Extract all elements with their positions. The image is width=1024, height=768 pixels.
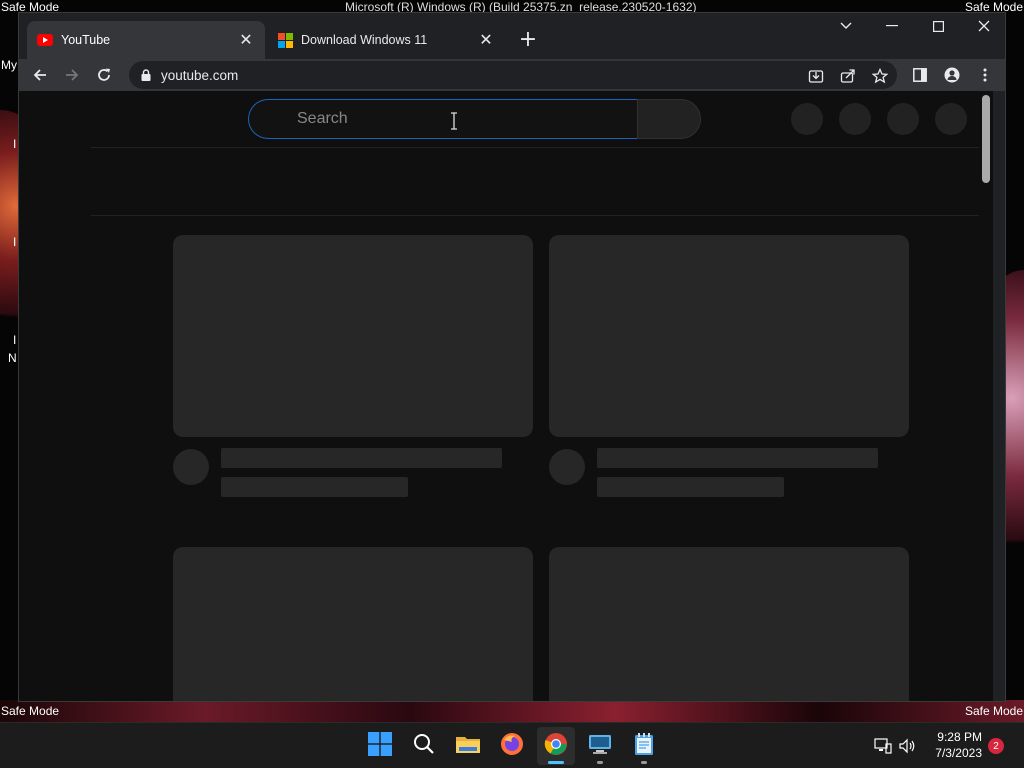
lock-icon[interactable] <box>141 69 151 81</box>
chrome-window: YouTube ✕ Download Windows 11 ✕ + youtub… <box>18 12 1006 702</box>
video-thumbnail-placeholder[interactable] <box>173 235 533 437</box>
clock-date: 7/3/2023 <box>935 746 982 760</box>
windows-start-icon <box>368 732 392 760</box>
start-button[interactable] <box>361 727 399 765</box>
header-divider <box>91 147 991 148</box>
notepad-icon <box>634 732 654 760</box>
more-menu-icon[interactable] <box>972 62 998 88</box>
youtube-page <box>19 91 993 701</box>
file-explorer-icon <box>455 733 481 759</box>
tab-youtube[interactable]: YouTube ✕ <box>27 21 265 59</box>
browser-toolbar: youtube.com <box>19 59 1005 91</box>
video-meta-placeholder <box>597 477 784 497</box>
video-title-placeholder <box>221 448 502 468</box>
chrome-button[interactable] <box>537 727 575 765</box>
video-thumbnail-placeholder[interactable] <box>549 235 909 437</box>
firefox-icon <box>500 732 524 760</box>
taskbar-search-button[interactable] <box>405 727 443 765</box>
video-thumbnail-placeholder[interactable] <box>549 547 909 701</box>
remote-desktop-icon <box>588 733 612 759</box>
text-cursor-icon <box>450 112 458 130</box>
close-tab-icon[interactable]: ✕ <box>477 31 495 49</box>
new-tab-button[interactable]: + <box>516 27 540 52</box>
share-icon[interactable] <box>837 65 859 87</box>
desktop-icon-label[interactable]: N <box>8 351 17 365</box>
desktop-icon-label[interactable]: I <box>13 235 16 249</box>
desktop-icon-label[interactable]: I <box>13 333 16 347</box>
reload-button[interactable] <box>91 62 117 88</box>
tab-download-windows[interactable]: Download Windows 11 ✕ <box>267 21 505 59</box>
desktop-icon-label[interactable]: I <box>13 137 16 151</box>
tab-search-icon[interactable] <box>823 13 869 39</box>
search-icon <box>413 733 435 759</box>
tab-strip: YouTube ✕ Download Windows 11 ✕ + <box>19 13 1005 59</box>
running-indicator <box>641 761 647 764</box>
side-panel-icon[interactable] <box>907 62 933 88</box>
remote-desktop-button[interactable] <box>581 727 619 765</box>
video-thumbnail-placeholder[interactable] <box>173 547 533 701</box>
header-button-placeholder[interactable] <box>887 103 919 135</box>
scrollbar-thumb[interactable] <box>982 95 990 183</box>
header-button-placeholder[interactable] <box>791 103 823 135</box>
youtube-icon <box>37 32 53 48</box>
notification-badge[interactable]: 2 <box>988 738 1004 754</box>
bookmark-star-icon[interactable] <box>869 65 891 87</box>
safe-mode-label: Safe Mode <box>1 704 60 718</box>
chips-divider <box>91 215 989 216</box>
maximize-button[interactable] <box>915 13 961 39</box>
channel-avatar-placeholder <box>173 449 209 485</box>
profile-icon[interactable] <box>939 62 965 88</box>
close-tab-icon[interactable]: ✕ <box>237 31 255 49</box>
windows-icon <box>277 32 293 48</box>
firefox-button[interactable] <box>493 727 531 765</box>
page-scrollbar[interactable] <box>979 91 993 701</box>
notepad-button[interactable] <box>625 727 663 765</box>
tab-title: YouTube <box>61 33 111 47</box>
running-indicator <box>548 761 564 764</box>
search-button[interactable] <box>637 99 701 139</box>
volume-icon[interactable] <box>897 736 917 756</box>
chrome-icon <box>544 732 568 760</box>
running-indicator <box>597 761 603 764</box>
address-bar[interactable]: youtube.com <box>129 61 897 89</box>
avatar[interactable] <box>935 103 967 135</box>
taskbar: 9:28 PM 7/3/2023 2 <box>0 722 1024 768</box>
search-input[interactable] <box>248 99 638 139</box>
file-explorer-button[interactable] <box>449 727 487 765</box>
search-box <box>248 99 702 139</box>
channel-avatar-placeholder <box>549 449 585 485</box>
clock-time: 9:28 PM <box>937 730 982 744</box>
install-app-icon[interactable] <box>805 65 827 87</box>
minimize-button[interactable] <box>869 13 915 39</box>
tab-title: Download Windows 11 <box>301 33 428 47</box>
close-window-button[interactable] <box>961 13 1005 39</box>
header-button-placeholder[interactable] <box>839 103 871 135</box>
forward-button[interactable] <box>59 62 85 88</box>
network-icon[interactable] <box>873 736 893 756</box>
video-title-placeholder <box>597 448 878 468</box>
address-url: youtube.com <box>161 67 239 83</box>
desktop-icon-label[interactable]: My <box>1 58 17 72</box>
video-meta-placeholder <box>221 477 408 497</box>
safe-mode-label: Safe Mode <box>964 704 1023 718</box>
system-clock[interactable]: 9:28 PM 7/3/2023 <box>930 729 982 761</box>
back-button[interactable] <box>27 62 53 88</box>
wallpaper-bottom <box>0 700 1024 722</box>
